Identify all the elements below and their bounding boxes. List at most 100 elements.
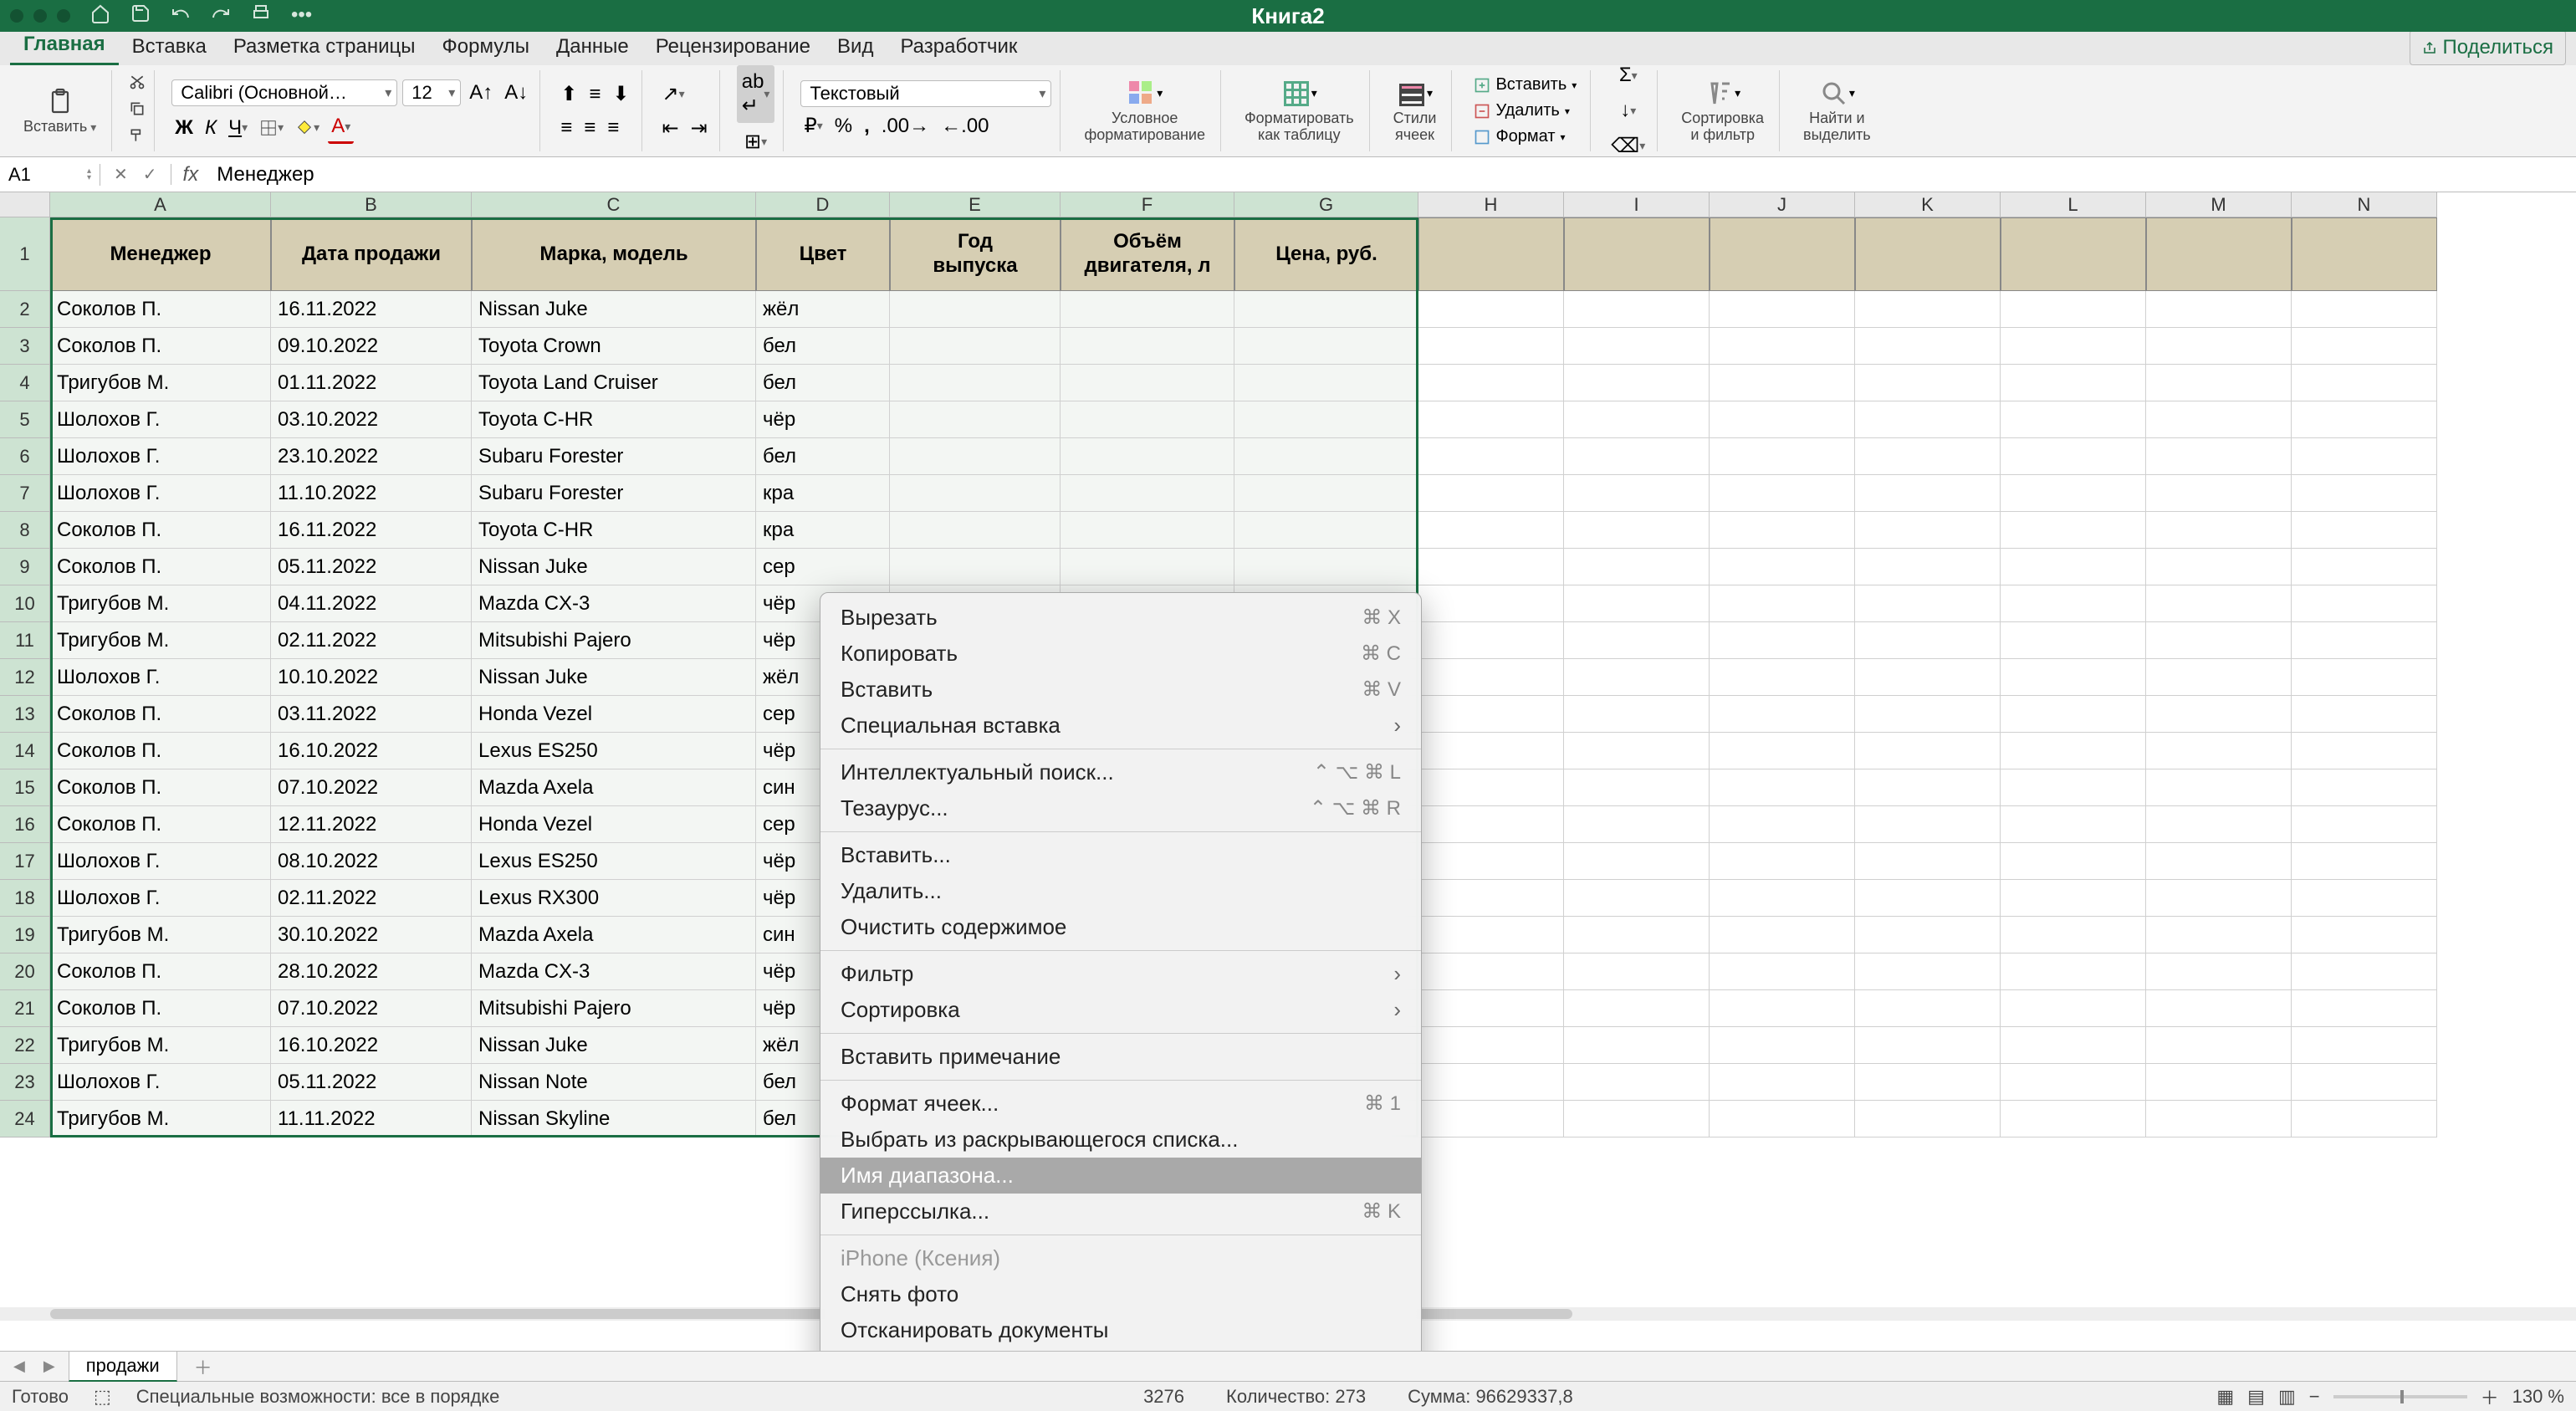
data-cell[interactable] xyxy=(2292,1027,2437,1064)
data-cell[interactable] xyxy=(1710,917,1855,953)
data-cell[interactable] xyxy=(2292,549,2437,585)
data-cell[interactable]: Lexus ES250 xyxy=(472,843,756,880)
data-cell[interactable] xyxy=(2292,659,2437,696)
data-cell[interactable]: Nissan Juke xyxy=(472,549,756,585)
data-cell[interactable] xyxy=(2001,659,2146,696)
borders-icon[interactable] xyxy=(256,115,287,141)
data-cell[interactable] xyxy=(890,438,1061,475)
name-box[interactable]: A1▴▾ xyxy=(0,164,100,186)
data-cell[interactable] xyxy=(1418,622,1564,659)
data-cell[interactable] xyxy=(1564,438,1710,475)
data-cell[interactable] xyxy=(1710,1027,1855,1064)
data-cell[interactable] xyxy=(2146,843,2292,880)
data-cell[interactable] xyxy=(1855,622,2001,659)
enter-icon[interactable]: ✓ xyxy=(143,164,157,185)
data-cell[interactable] xyxy=(1418,659,1564,696)
decrease-decimal-icon[interactable]: ←.00 xyxy=(938,111,992,141)
header-cell[interactable] xyxy=(1855,217,2001,291)
data-cell[interactable]: 03.11.2022 xyxy=(271,696,472,733)
row-header[interactable]: 2 xyxy=(0,291,50,328)
data-cell[interactable] xyxy=(1564,1027,1710,1064)
conditional-format-button[interactable]: ▾ Условное форматирование xyxy=(1077,75,1212,147)
data-cell[interactable] xyxy=(1564,401,1710,438)
data-cell[interactable] xyxy=(2001,512,2146,549)
data-cell[interactable]: бел xyxy=(756,438,890,475)
data-cell[interactable] xyxy=(1234,365,1418,401)
col-header[interactable]: M xyxy=(2146,192,2292,217)
data-cell[interactable]: 09.10.2022 xyxy=(271,328,472,365)
redo-icon[interactable] xyxy=(211,3,231,29)
data-cell[interactable] xyxy=(2001,438,2146,475)
data-cell[interactable]: Toyota Crown xyxy=(472,328,756,365)
data-cell[interactable] xyxy=(1418,769,1564,806)
data-cell[interactable]: Соколов П. xyxy=(50,733,271,769)
merge-icon[interactable]: ⊞ xyxy=(741,126,770,157)
data-cell[interactable] xyxy=(1418,696,1564,733)
col-header[interactable]: C xyxy=(472,192,756,217)
data-cell[interactable]: 05.11.2022 xyxy=(271,1064,472,1101)
row-header[interactable]: 19 xyxy=(0,917,50,953)
data-cell[interactable]: Nissan Juke xyxy=(472,1027,756,1064)
add-sheet[interactable]: ＋ xyxy=(186,1353,221,1380)
col-header[interactable]: N xyxy=(2292,192,2437,217)
data-cell[interactable] xyxy=(1418,806,1564,843)
cm-cut[interactable]: Вырезать⌘ X xyxy=(820,600,1421,636)
data-cell[interactable] xyxy=(2001,953,2146,990)
data-cell[interactable] xyxy=(2146,401,2292,438)
data-cell[interactable] xyxy=(2146,1027,2292,1064)
row-header[interactable]: 23 xyxy=(0,1064,50,1101)
font-name-select[interactable]: Calibri (Основной… xyxy=(171,79,397,106)
data-cell[interactable]: Toyota Land Cruiser xyxy=(472,365,756,401)
data-cell[interactable] xyxy=(1855,401,2001,438)
data-cell[interactable] xyxy=(1061,328,1234,365)
data-cell[interactable] xyxy=(2146,769,2292,806)
undo-icon[interactable] xyxy=(171,3,191,29)
data-cell[interactable] xyxy=(1564,843,1710,880)
data-cell[interactable] xyxy=(2146,696,2292,733)
data-cell[interactable] xyxy=(1710,1101,1855,1137)
data-cell[interactable] xyxy=(1710,696,1855,733)
data-cell[interactable]: Соколов П. xyxy=(50,953,271,990)
data-cell[interactable] xyxy=(1855,659,2001,696)
align-bottom-icon[interactable]: ⬇ xyxy=(609,79,632,110)
data-cell[interactable] xyxy=(1564,880,1710,917)
cm-insert[interactable]: Вставить... xyxy=(820,837,1421,873)
data-cell[interactable] xyxy=(1855,990,2001,1027)
data-cell[interactable] xyxy=(1710,990,1855,1027)
row-header[interactable]: 15 xyxy=(0,769,50,806)
data-cell[interactable] xyxy=(1710,328,1855,365)
col-header[interactable]: B xyxy=(271,192,472,217)
format-cells-button[interactable]: Формат▾ xyxy=(1469,125,1570,148)
data-cell[interactable] xyxy=(2292,769,2437,806)
data-cell[interactable]: 12.11.2022 xyxy=(271,806,472,843)
more-icon[interactable]: ••• xyxy=(291,3,312,29)
data-cell[interactable] xyxy=(2146,917,2292,953)
sheet-tab[interactable]: продажи xyxy=(69,1351,177,1382)
data-cell[interactable] xyxy=(1564,917,1710,953)
data-cell[interactable]: Соколов П. xyxy=(50,769,271,806)
row-header[interactable]: 16 xyxy=(0,806,50,843)
header-cell[interactable]: Марка, модель xyxy=(472,217,756,291)
home-icon[interactable] xyxy=(90,3,110,29)
data-cell[interactable] xyxy=(2146,585,2292,622)
tab-insert[interactable]: Вставка xyxy=(119,28,220,65)
row-header[interactable]: 4 xyxy=(0,365,50,401)
data-cell[interactable] xyxy=(2146,806,2292,843)
data-cell[interactable] xyxy=(1710,291,1855,328)
data-cell[interactable] xyxy=(2146,475,2292,512)
data-cell[interactable] xyxy=(2001,696,2146,733)
data-cell[interactable] xyxy=(1855,733,2001,769)
cm-copy[interactable]: Копировать⌘ C xyxy=(820,636,1421,672)
header-cell[interactable] xyxy=(1710,217,1855,291)
data-cell[interactable] xyxy=(1710,843,1855,880)
find-select-button[interactable]: ▾ Найти и выделить xyxy=(1797,75,1878,147)
data-cell[interactable]: Тригубов М. xyxy=(50,585,271,622)
data-cell[interactable]: Соколов П. xyxy=(50,696,271,733)
clear-icon[interactable]: ⌫ xyxy=(1607,130,1648,161)
data-cell[interactable]: Соколов П. xyxy=(50,990,271,1027)
data-cell[interactable] xyxy=(1855,549,2001,585)
row-header[interactable]: 9 xyxy=(0,549,50,585)
tab-view[interactable]: Вид xyxy=(824,28,887,65)
data-cell[interactable] xyxy=(2292,365,2437,401)
header-cell[interactable] xyxy=(2001,217,2146,291)
